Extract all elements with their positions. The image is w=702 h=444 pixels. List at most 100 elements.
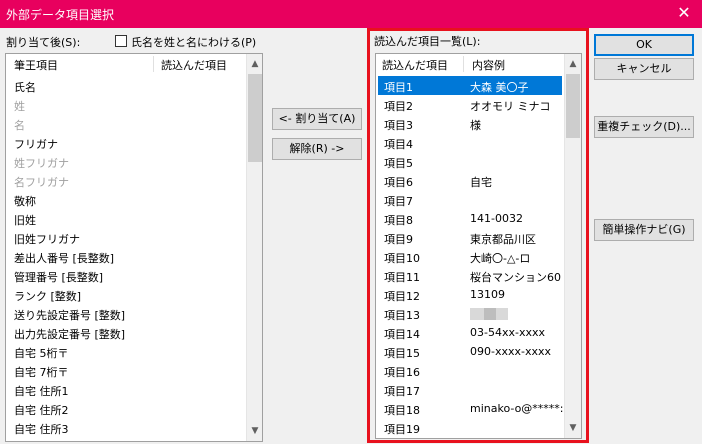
list-item[interactable]: 項目12 13109 <box>378 285 562 304</box>
redacted-value <box>484 308 496 320</box>
scroll-thumb[interactable] <box>566 74 580 138</box>
remove-button[interactable]: 解除(R) -> <box>272 138 362 160</box>
item-name: 項目19 <box>384 423 420 436</box>
list-item[interactable]: フリガナ <box>8 133 244 152</box>
item-name: 項目2 <box>384 100 413 113</box>
item-value: 様 <box>470 119 481 132</box>
list-item[interactable]: 項目4 <box>378 133 562 152</box>
ok-button[interactable]: OK <box>594 34 694 56</box>
item-value: 141-0032 <box>470 212 523 225</box>
list-item[interactable]: 項目14 03-54xx-xxxx <box>378 323 562 342</box>
dialog-body: 割り当て後(S): 氏名を姓と名にわける(P) 筆王項目 読込んだ項目 氏名姓名… <box>0 28 702 444</box>
list-item[interactable]: 項目2 オオモリ ミナコ <box>378 95 562 114</box>
item-name: 項目1 <box>384 81 413 94</box>
list-item[interactable]: 項目1 大森 美〇子 <box>378 76 562 95</box>
close-icon[interactable]: ✕ <box>674 3 694 23</box>
item-label: 自宅 住所2 <box>14 404 69 417</box>
list-item[interactable]: ランク [整数] <box>8 285 244 304</box>
list-item[interactable]: 氏名 <box>8 76 244 95</box>
item-name: 項目13 <box>384 309 420 322</box>
list-item[interactable]: 自宅 住所2 <box>8 399 244 418</box>
list-item[interactable]: 自宅 住所3 <box>8 418 244 437</box>
item-label: 自宅 住所3 <box>14 423 69 436</box>
list-item[interactable]: 項目18 minako-o@*****: <box>378 399 564 418</box>
list-item[interactable]: 出力先設定番号 [整数] <box>8 323 244 342</box>
item-label: 送り先設定番号 [整数] <box>14 309 126 322</box>
list-item[interactable]: 姓フリガナ <box>8 152 244 171</box>
list-item[interactable]: 管理番号 [長整数] <box>8 266 244 285</box>
item-label: 氏名 <box>14 81 36 94</box>
item-value: minako-o@*****: <box>470 402 564 415</box>
item-value: オオモリ ミナコ <box>470 100 551 113</box>
item-name: 項目4 <box>384 138 413 151</box>
item-label: 姓 <box>14 100 25 113</box>
list-item[interactable]: 項目13 <box>378 304 562 323</box>
duplicate-check-button[interactable]: 重複チェック(D)... <box>594 116 694 138</box>
list-item[interactable]: 項目19 <box>378 418 562 437</box>
item-label: 差出人番号 [長整数] <box>14 252 115 265</box>
assigned-list[interactable]: 筆王項目 読込んだ項目 氏名姓名フリガナ 姓フリガナ 名フリガナ 敬称 旧姓 旧姓フリガナ… <box>5 53 263 442</box>
item-name: 項目14 <box>384 328 420 341</box>
item-label: 名 <box>14 119 25 132</box>
list-item[interactable]: 自宅 7桁〒 <box>8 361 244 380</box>
list-item[interactable]: 名フリガナ <box>8 171 244 190</box>
list-item[interactable]: 項目16 <box>378 361 562 380</box>
item-name: 項目8 <box>384 214 413 227</box>
cancel-button[interactable]: キャンセル <box>594 58 694 80</box>
window-title: 外部データ項目選択 <box>6 8 115 22</box>
item-value: 大森 美〇子 <box>470 81 529 94</box>
item-label: 出力先設定番号 [整数] <box>14 328 126 341</box>
item-name: 項目9 <box>384 233 413 246</box>
scroll-thumb[interactable] <box>248 74 262 162</box>
list-item[interactable]: 項目8 141-0032 <box>378 209 562 228</box>
scroll-down-icon[interactable]: ▼ <box>565 420 581 436</box>
list-item[interactable]: 項目10 大崎〇-△-ロ <box>378 247 562 266</box>
loaded-items-list[interactable]: 読込んだ項目 内容例 項目1 大森 美〇子 項目2 オオモリ ミナコ 項目3 様項目4 項目… <box>375 53 582 439</box>
simple-navi-button[interactable]: 簡単操作ナビ(G) <box>594 219 694 241</box>
title-bar: 外部データ項目選択 ✕ <box>0 0 702 28</box>
item-label: 自宅 7桁〒 <box>14 366 69 379</box>
column-header-sample-value[interactable]: 内容例 <box>472 57 505 73</box>
column-header-fudeo-item[interactable]: 筆王項目 <box>14 57 58 73</box>
item-label: フリガナ <box>14 138 58 151</box>
list-item[interactable]: 旧姓フリガナ <box>8 228 244 247</box>
scroll-up-icon[interactable]: ▲ <box>247 56 262 72</box>
item-name: 項目17 <box>384 385 420 398</box>
list-item[interactable]: 旧姓 <box>8 209 244 228</box>
column-header-loaded-item[interactable]: 読込んだ項目 <box>382 57 448 73</box>
loaded-list-scrollbar[interactable]: ▲ ▼ <box>564 54 581 438</box>
item-label: 自宅 5桁〒 <box>14 347 69 360</box>
list-item[interactable]: 名 <box>8 114 244 133</box>
scroll-down-icon[interactable]: ▼ <box>247 423 262 439</box>
item-value: 090-xxxx-xxxx <box>470 345 552 358</box>
item-name: 項目10 <box>384 252 420 265</box>
list-item[interactable]: 差出人番号 [長整数] <box>8 247 244 266</box>
list-item[interactable]: 項目11 桜台マンション60 <box>378 266 562 285</box>
item-label: 姓フリガナ <box>14 157 69 170</box>
list-item[interactable]: 項目17 <box>378 380 562 399</box>
item-value: 東京都品川区 <box>470 233 536 246</box>
item-label: 旧姓フリガナ <box>14 233 80 246</box>
item-name: 項目16 <box>384 366 420 379</box>
column-header-loaded-item[interactable]: 読込んだ項目 <box>161 57 227 73</box>
list-item[interactable]: 項目9 東京都品川区 <box>378 228 562 247</box>
list-item[interactable]: 自宅 5桁〒 <box>8 342 244 361</box>
list-item[interactable]: 項目7 <box>378 190 562 209</box>
list-item[interactable]: 姓 <box>8 95 244 114</box>
item-label: 敬称 <box>14 195 36 208</box>
split-name-label[interactable]: 氏名を姓と名にわける(P) <box>131 34 256 50</box>
list-item[interactable]: 項目15 090-xxxx-xxxx <box>378 342 562 361</box>
list-item[interactable]: 送り先設定番号 [整数] <box>8 304 244 323</box>
item-name: 項目15 <box>384 347 420 360</box>
loaded-list-label: 読込んだ項目一覧(L): <box>374 35 481 48</box>
scroll-up-icon[interactable]: ▲ <box>565 56 581 72</box>
assign-button[interactable]: <- 割り当て(A) <box>272 108 362 130</box>
loaded-list-header: 読込んだ項目 内容例 <box>376 54 564 74</box>
list-item[interactable]: 項目5 <box>378 152 562 171</box>
split-name-checkbox[interactable] <box>115 35 127 47</box>
assigned-list-scrollbar[interactable]: ▲ ▼ <box>246 54 262 441</box>
list-item[interactable]: 自宅 住所1 <box>8 380 244 399</box>
list-item[interactable]: 項目3 様 <box>378 114 562 133</box>
list-item[interactable]: 項目6 自宅 <box>378 171 562 190</box>
list-item[interactable]: 敬称 <box>8 190 244 209</box>
